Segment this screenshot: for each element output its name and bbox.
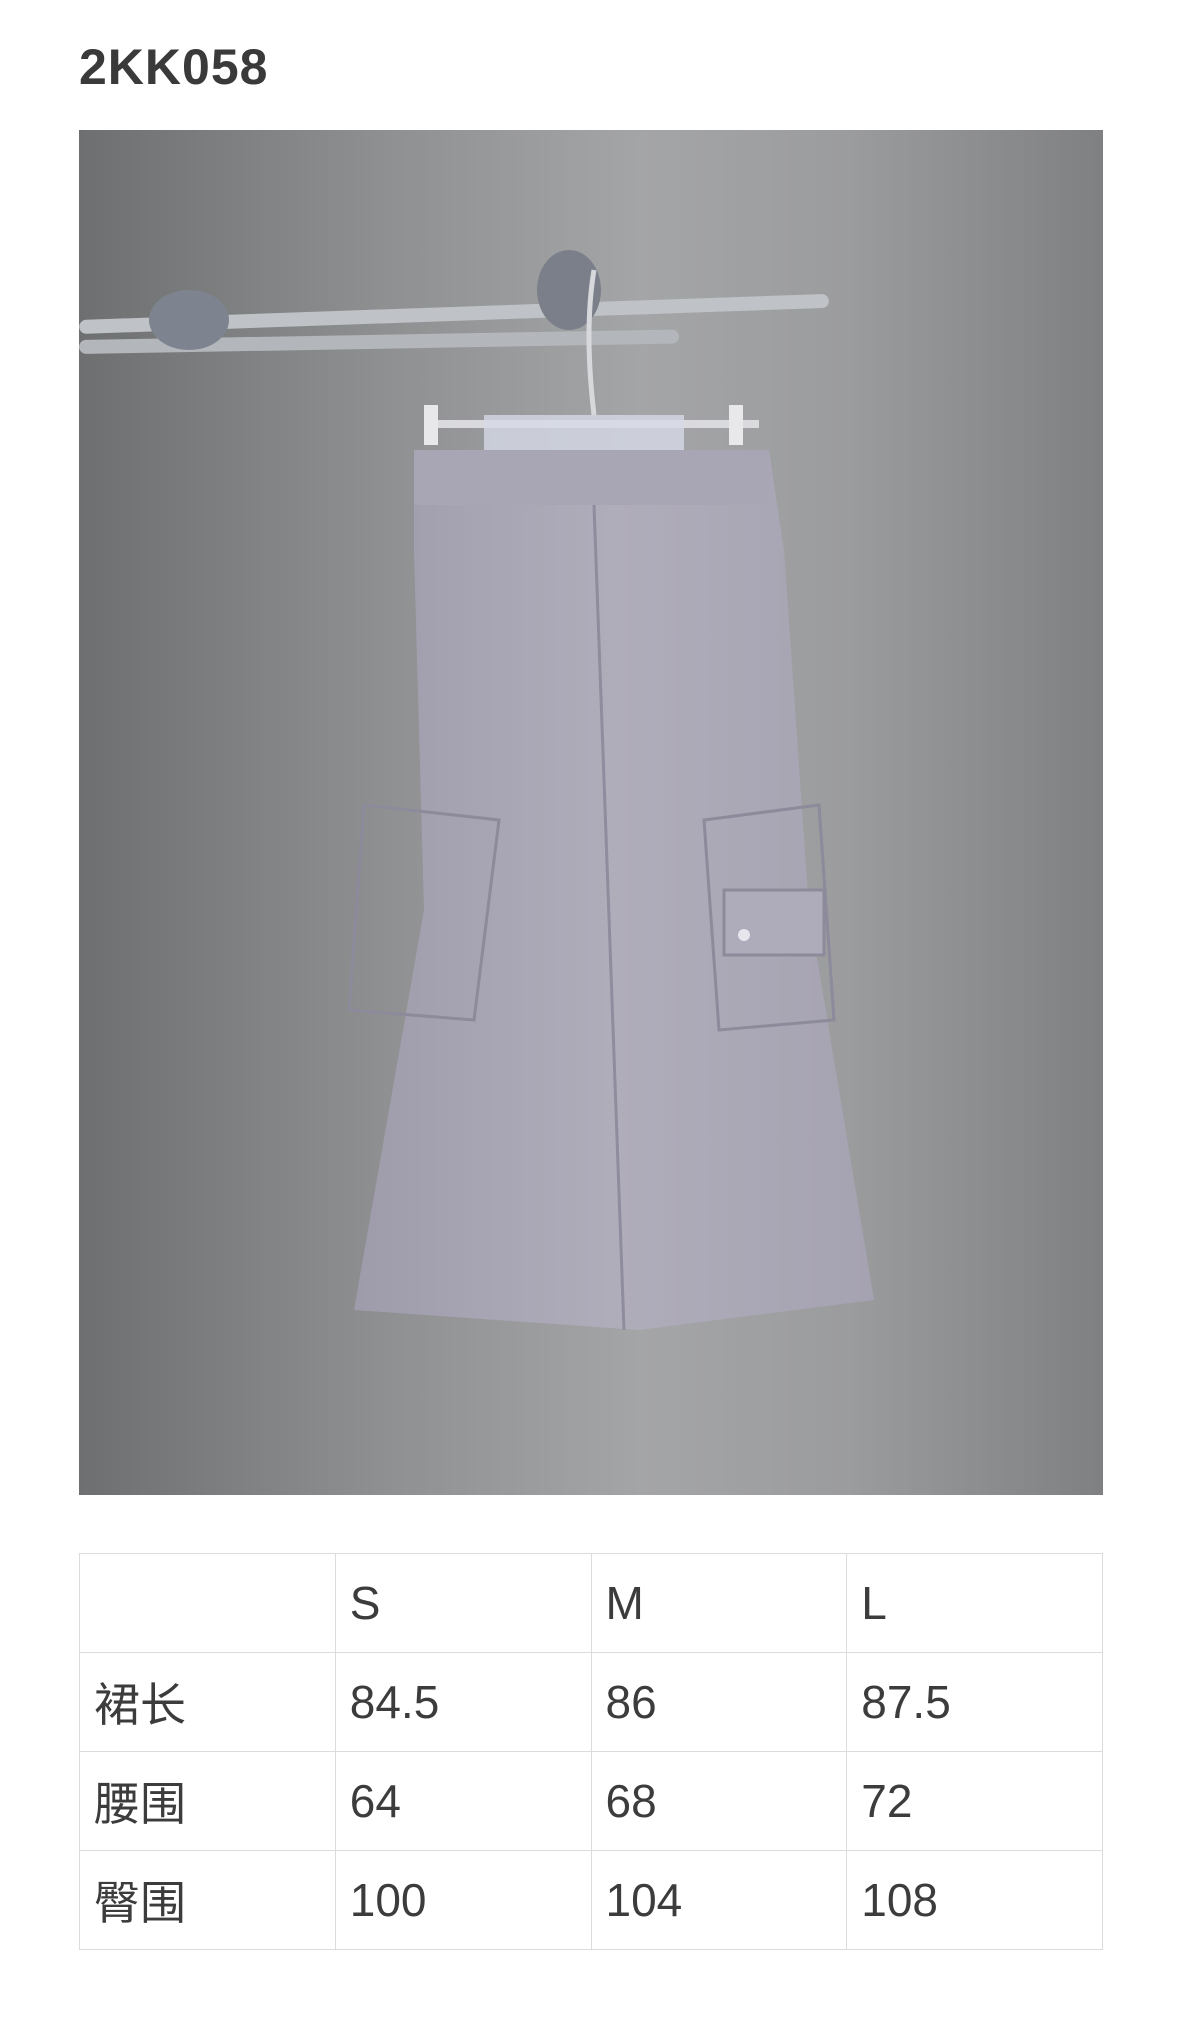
table-cell: 84.5 [334,1652,592,1752]
product-code: 2KK058 [79,39,269,95]
header-cell [79,1553,336,1653]
row-label: 臀围 [79,1850,336,1950]
table-cell: 72 [846,1751,1103,1851]
product-photo[interactable] [79,130,1103,1495]
rod-clamp [149,290,229,350]
pocket-flap [722,888,826,957]
skirt-illustration [79,250,874,1331]
header-cell: M [590,1553,848,1653]
table-cell: 64 [334,1751,592,1851]
header-cell: L [846,1553,1103,1653]
size-table: S M L 裙长 84.5 86 87.5 腰围 64 68 72 臀围 100… [79,1553,1103,1950]
table-cell: 108 [846,1850,1103,1950]
table-cell: 104 [590,1850,848,1950]
top-edge [0,0,1179,10]
table-header-row: S M L [79,1553,1103,1653]
table-row: 腰围 64 68 72 [79,1751,1103,1851]
table-row: 裙长 84.5 86 87.5 [79,1652,1103,1752]
row-label: 裙长 [79,1652,336,1752]
header-cell: S [334,1553,592,1653]
table-cell: 100 [334,1850,592,1950]
table-cell: 86 [590,1652,848,1752]
table-cell: 68 [590,1751,848,1851]
waistband [414,450,769,505]
table-cell: 87.5 [846,1652,1103,1752]
table-row: 臀围 100 104 108 [79,1850,1103,1950]
row-label: 腰围 [79,1751,336,1851]
